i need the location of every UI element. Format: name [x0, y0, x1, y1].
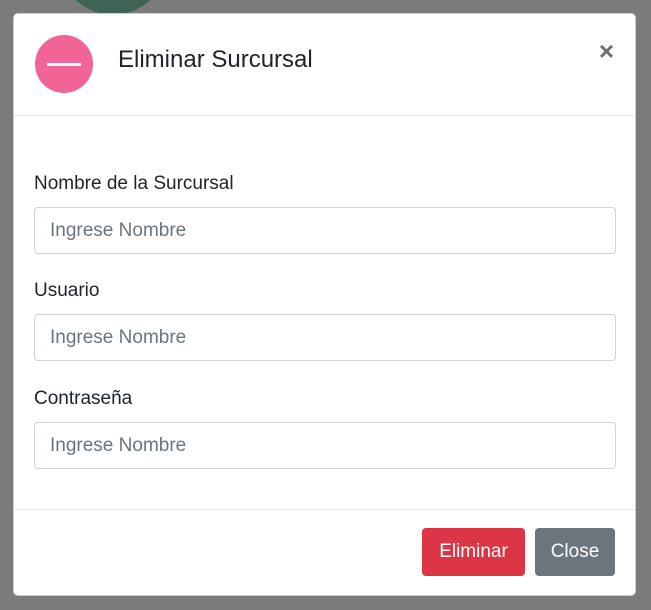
- branch-name-input[interactable]: [34, 207, 616, 254]
- close-icon[interactable]: ×: [599, 38, 614, 64]
- branch-name-label: Nombre de la Surcursal: [34, 173, 234, 194]
- user-input[interactable]: [34, 314, 616, 361]
- close-button[interactable]: Close: [535, 528, 615, 576]
- modal-title: Eliminar Surcursal: [118, 46, 313, 73]
- delete-branch-modal: Eliminar Surcursal × Nombre de la Surcur…: [13, 13, 636, 596]
- password-label: Contraseña: [34, 388, 133, 409]
- modal-header: Eliminar Surcursal ×: [14, 14, 635, 116]
- minus-circle-icon: [35, 35, 93, 93]
- user-label: Usuario: [34, 280, 100, 301]
- modal-body: Nombre de la Surcursal Usuario Contraseñ…: [14, 116, 635, 510]
- delete-button[interactable]: Eliminar: [422, 528, 525, 576]
- password-input[interactable]: [34, 422, 616, 469]
